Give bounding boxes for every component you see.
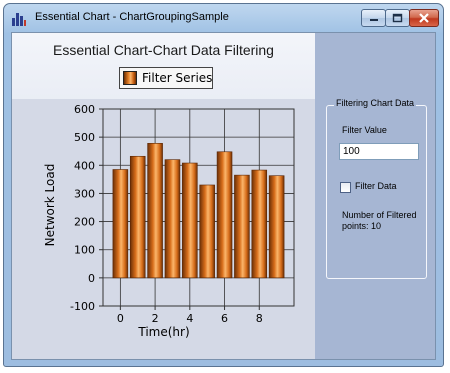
bar bbox=[164, 159, 181, 279]
y-tick-label: -100 bbox=[70, 300, 95, 313]
window-title: Essential Chart - ChartGroupingSample bbox=[35, 11, 229, 23]
bar bbox=[251, 169, 268, 279]
filter-value-label: Filter Value bbox=[342, 125, 387, 135]
close-button[interactable] bbox=[409, 9, 439, 27]
filter-data-label[interactable]: Filter Data bbox=[355, 181, 397, 191]
maximize-icon bbox=[392, 13, 403, 23]
bar bbox=[268, 175, 285, 279]
filtered-count-text: Number of Filtered points: 10 bbox=[342, 210, 417, 231]
filter-panel: Filtering Chart Data Filter Value Filter… bbox=[315, 33, 435, 359]
y-tick-label: 500 bbox=[74, 131, 95, 144]
filter-groupbox: Filtering Chart Data Filter Value Filter… bbox=[326, 98, 427, 279]
chart-area: Essential Chart-Chart Data Filtering Fil… bbox=[12, 33, 315, 359]
x-tick-label: 0 bbox=[117, 312, 124, 325]
x-tick-label: 8 bbox=[256, 312, 263, 325]
app-window: Essential Chart - ChartGroupingSample Es… bbox=[3, 3, 444, 367]
bar bbox=[234, 174, 250, 279]
title-bar[interactable]: Essential Chart - ChartGroupingSample bbox=[4, 4, 443, 32]
y-tick-label: 100 bbox=[74, 244, 95, 257]
bar bbox=[147, 143, 163, 279]
minimize-icon bbox=[370, 19, 378, 21]
bar bbox=[182, 162, 198, 279]
y-tick-label: 400 bbox=[74, 159, 95, 172]
bar bbox=[129, 155, 146, 279]
y-axis-label: Network Load bbox=[43, 164, 57, 247]
minimize-button[interactable] bbox=[361, 9, 386, 27]
close-icon bbox=[419, 13, 429, 23]
bar bbox=[199, 184, 215, 279]
filter-data-checkbox[interactable] bbox=[340, 182, 351, 193]
y-tick-label: 0 bbox=[88, 272, 95, 285]
x-tick-label: 4 bbox=[186, 312, 193, 325]
bar-chart-icon bbox=[12, 13, 26, 26]
bar bbox=[112, 169, 129, 279]
groupbox-title: Filtering Chart Data bbox=[334, 98, 417, 108]
x-axis-label: Time(hr) bbox=[137, 325, 189, 339]
y-tick-label: 300 bbox=[74, 187, 95, 200]
y-tick-label: 200 bbox=[74, 216, 95, 229]
y-tick-label: 600 bbox=[74, 103, 95, 116]
client-area: Essential Chart-Chart Data Filtering Fil… bbox=[11, 32, 436, 360]
x-tick-label: 6 bbox=[221, 312, 228, 325]
bar-chart: -100 0 100 200 300 400 500 600 0 2 4 6 8 Time(hr) Ne… bbox=[43, 103, 295, 339]
x-tick-label: 2 bbox=[152, 312, 159, 325]
maximize-button[interactable] bbox=[385, 9, 410, 27]
filter-value-input[interactable] bbox=[339, 143, 419, 160]
bar bbox=[216, 151, 233, 279]
